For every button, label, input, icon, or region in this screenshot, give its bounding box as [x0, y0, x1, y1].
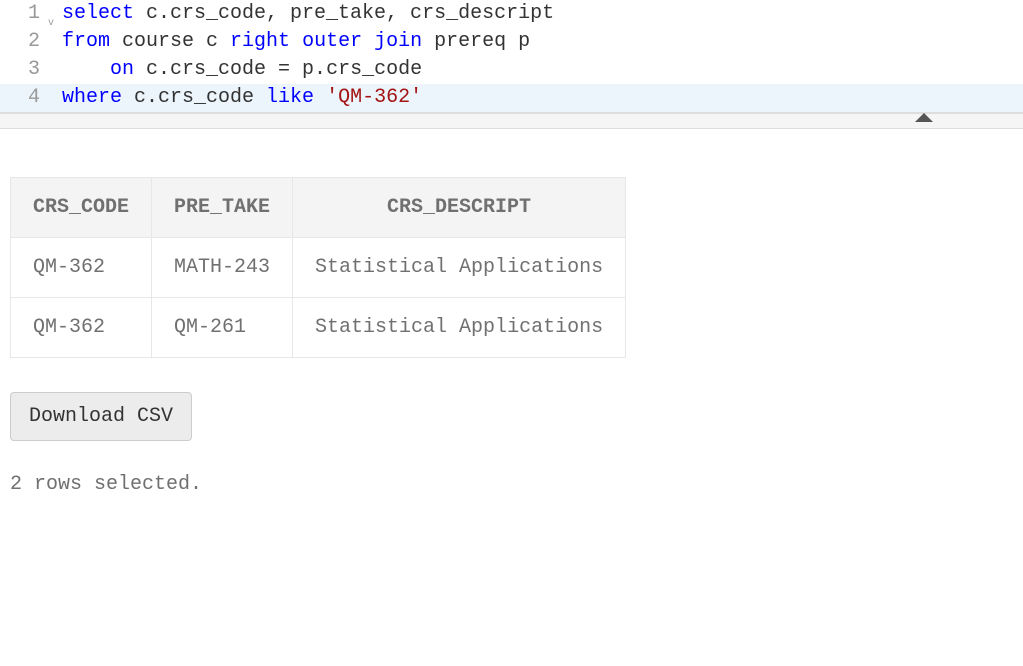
cell-crs-code: QM-362: [11, 238, 152, 298]
line-num-text: 1: [28, 2, 40, 25]
fold-marker-icon[interactable]: v: [48, 10, 54, 38]
sql-editor[interactable]: 1 v select c.crs_code, pre_take, crs_des…: [0, 0, 1023, 113]
code-text: c.crs_code = p.crs_code: [134, 58, 422, 81]
indent: [62, 58, 110, 81]
code-line[interactable]: 1 v select c.crs_code, pre_take, crs_des…: [0, 0, 1023, 28]
string-literal: 'QM-362': [326, 86, 422, 109]
col-header-crs-code[interactable]: CRS_CODE: [11, 178, 152, 238]
line-number: 3: [0, 56, 48, 84]
kw-right: right: [230, 30, 290, 53]
code-content[interactable]: where c.crs_code like 'QM-362': [48, 84, 422, 112]
line-number: 2: [0, 28, 48, 56]
cell-crs-descript: Statistical Applications: [293, 298, 626, 358]
code-text: course c: [110, 30, 230, 53]
code-text: c.crs_code: [122, 86, 266, 109]
kw-from: from: [62, 30, 110, 53]
sp: [362, 30, 374, 53]
cell-crs-descript: Statistical Applications: [293, 238, 626, 298]
line-num-text: 4: [28, 86, 40, 109]
kw-outer: outer: [302, 30, 362, 53]
code-line[interactable]: 2 from course c right outer join prereq …: [0, 28, 1023, 56]
results-table: CRS_CODE PRE_TAKE CRS_DESCRIPT QM-362 MA…: [10, 177, 626, 358]
line-num-text: 2: [28, 30, 40, 53]
kw-select: select: [62, 2, 134, 25]
line-number: 4: [0, 84, 48, 112]
cell-crs-code: QM-362: [11, 298, 152, 358]
kw-join: join: [374, 30, 422, 53]
line-number: 1 v: [0, 0, 48, 28]
download-csv-button[interactable]: Download CSV: [10, 392, 192, 441]
cell-pre-take: QM-261: [152, 298, 293, 358]
code-content[interactable]: select c.crs_code, pre_take, crs_descrip…: [48, 0, 554, 28]
code-content[interactable]: on c.crs_code = p.crs_code: [48, 56, 422, 84]
code-content[interactable]: from course c right outer join prereq p: [48, 28, 530, 56]
table-header-row: CRS_CODE PRE_TAKE CRS_DESCRIPT: [11, 178, 626, 238]
table-row: QM-362 MATH-243 Statistical Applications: [11, 238, 626, 298]
col-header-crs-descript[interactable]: CRS_DESCRIPT: [293, 178, 626, 238]
code-line[interactable]: 4 where c.crs_code like 'QM-362': [0, 84, 1023, 112]
code-line[interactable]: 3 on c.crs_code = p.crs_code: [0, 56, 1023, 84]
kw-like: like: [266, 86, 314, 109]
results-area: CRS_CODE PRE_TAKE CRS_DESCRIPT QM-362 MA…: [0, 129, 1023, 506]
kw-where: where: [62, 86, 122, 109]
kw-on: on: [110, 58, 134, 81]
code-text: prereq p: [422, 30, 530, 53]
code-text: c.crs_code, pre_take, crs_descript: [134, 2, 554, 25]
table-row: QM-362 QM-261 Statistical Applications: [11, 298, 626, 358]
sp: [290, 30, 302, 53]
col-header-pre-take[interactable]: PRE_TAKE: [152, 178, 293, 238]
collapse-arrow-icon[interactable]: [915, 113, 933, 122]
divider-bar[interactable]: [0, 113, 1023, 129]
status-text: 2 rows selected.: [10, 473, 1013, 496]
sp: [314, 86, 326, 109]
cell-pre-take: MATH-243: [152, 238, 293, 298]
line-num-text: 3: [28, 58, 40, 81]
